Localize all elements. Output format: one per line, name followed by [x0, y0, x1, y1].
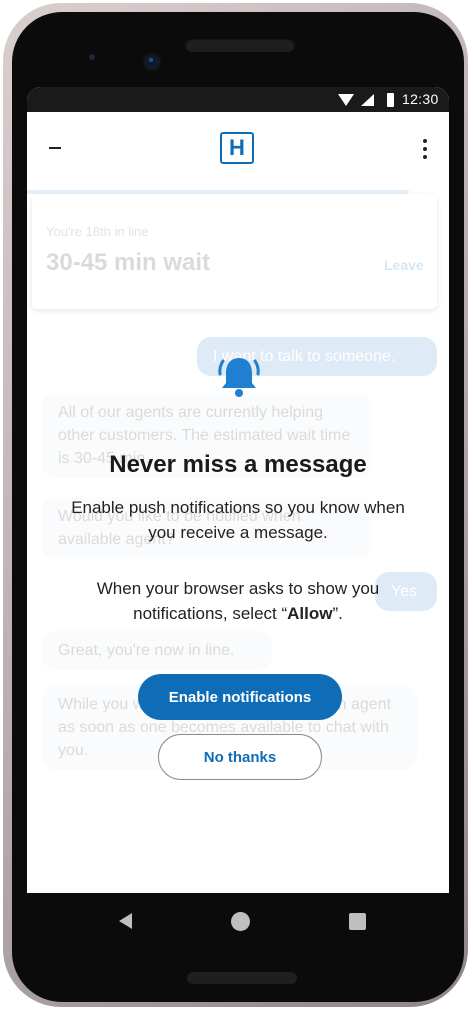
status-time: 12:30: [402, 91, 439, 107]
chat-message: Great, you're now in line.: [42, 631, 272, 670]
queue-card: You're 18th in line 30-45 min wait Leave: [32, 194, 437, 309]
no-thanks-button[interactable]: No thanks: [158, 734, 322, 780]
proximity-sensor: [89, 54, 95, 60]
phone-screen: 12:30 H You're 18th in line 30-45 min wa…: [27, 87, 449, 893]
modal-title: Never miss a message: [109, 451, 367, 478]
more-options-icon[interactable]: [423, 139, 427, 159]
app-logo: H: [220, 132, 254, 164]
recents-icon[interactable]: [349, 913, 366, 930]
modal-description: Enable push notifications so you know wh…: [71, 498, 405, 542]
leave-queue-link: Leave: [384, 257, 424, 273]
minimize-icon[interactable]: [49, 147, 61, 149]
back-icon[interactable]: [119, 913, 132, 929]
bell-icon: [218, 358, 260, 397]
front-camera-icon: [145, 55, 159, 69]
wifi-icon: [338, 94, 354, 106]
browser-instructions-end: ”.: [332, 604, 343, 623]
enable-notifications-button[interactable]: Enable notifications: [138, 674, 342, 720]
bottom-speaker: [187, 972, 297, 984]
top-speaker: [185, 38, 295, 52]
browser-instructions: When your browser asks to show you notif…: [67, 576, 409, 626]
queue-position: You're 18th in line: [46, 224, 149, 239]
android-nav-bar: [27, 893, 449, 951]
status-bar: 12:30: [27, 87, 449, 112]
allow-label: Allow: [287, 604, 333, 623]
home-icon[interactable]: [231, 912, 250, 931]
queue-wait-time: 30-45 min wait: [46, 249, 211, 276]
battery-icon: [387, 93, 394, 107]
cell-signal-icon: [361, 94, 374, 106]
